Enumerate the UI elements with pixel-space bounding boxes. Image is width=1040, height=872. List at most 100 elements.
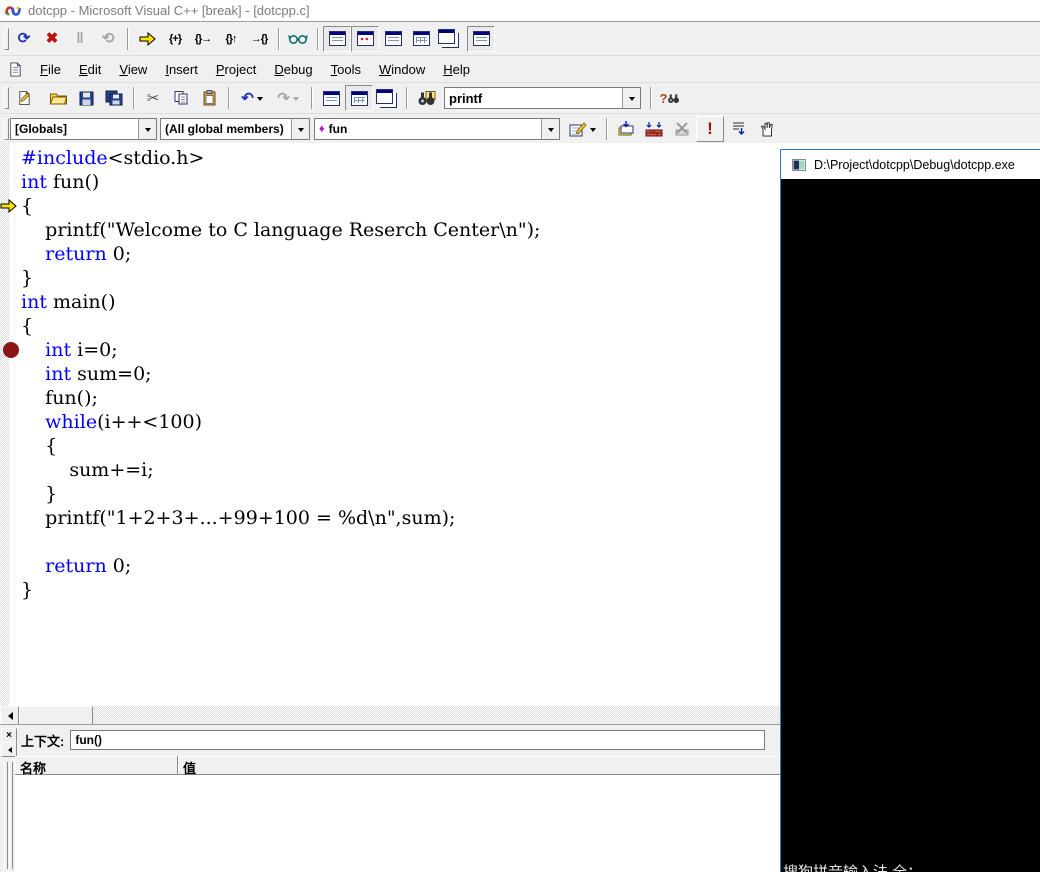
- eyeglasses-icon: [288, 32, 308, 45]
- menu-view[interactable]: View: [110, 59, 156, 80]
- toolbar-separator: [133, 87, 134, 109]
- name-column-header[interactable]: 名称: [15, 756, 178, 775]
- code-margin: [0, 458, 21, 482]
- code-margin: [0, 170, 21, 194]
- variables-window-button[interactable]: [351, 26, 379, 52]
- open-file-button[interactable]: [44, 85, 72, 111]
- redo-icon: ↷: [277, 91, 290, 106]
- panel-collapse-button[interactable]: [1, 742, 17, 757]
- find-combo-dropdown[interactable]: [622, 88, 640, 108]
- apply-code-changes-button[interactable]: ⟲: [94, 26, 122, 52]
- cut-button[interactable]: ✂: [139, 85, 167, 111]
- panel-close-button[interactable]: ×: [1, 728, 17, 743]
- copy-button[interactable]: [167, 85, 195, 111]
- standard-toolbar: ✂ ↶ ↷: [0, 83, 1040, 114]
- show-next-statement-button[interactable]: [133, 26, 161, 52]
- restart-button[interactable]: ⟳: [10, 26, 38, 52]
- menu-edit[interactable]: Edit: [70, 59, 110, 80]
- registers-window-button[interactable]: [379, 26, 407, 52]
- hscroll-left-button[interactable]: [0, 706, 19, 724]
- code-margin: [0, 266, 21, 290]
- toolbar-grip[interactable]: [4, 28, 9, 50]
- members-combo[interactable]: (All global members): [160, 118, 310, 140]
- menu-tools[interactable]: Tools: [322, 59, 370, 80]
- run-to-cursor-icon: →{}: [251, 33, 268, 45]
- break-execution-button[interactable]: ‖: [66, 26, 94, 52]
- go-button[interactable]: [724, 116, 752, 142]
- compile-button[interactable]: [612, 116, 640, 142]
- menu-debug[interactable]: Debug: [265, 59, 321, 80]
- step-out-button[interactable]: {}↑: [217, 26, 245, 52]
- disassembly-window-button[interactable]: [467, 26, 495, 52]
- binoculars-icon: [667, 93, 680, 104]
- save-button[interactable]: [72, 85, 100, 111]
- code-text: return 0;: [21, 555, 131, 577]
- step-into-button[interactable]: {+}: [161, 26, 189, 52]
- menu-window[interactable]: Window: [370, 59, 434, 80]
- panel-grip[interactable]: [9, 762, 13, 869]
- memory-window-button[interactable]: [407, 26, 435, 52]
- code-margin: [0, 506, 21, 530]
- execute-program-button[interactable]: !: [696, 116, 724, 142]
- panel-grip[interactable]: [4, 762, 8, 869]
- code-text: int sum=0;: [21, 363, 152, 385]
- find-combo-value[interactable]: printf: [445, 88, 622, 108]
- menu-insert[interactable]: Insert: [156, 59, 207, 80]
- members-combo-value[interactable]: (All global members): [161, 119, 291, 139]
- undo-button[interactable]: ↶: [234, 85, 270, 111]
- context-label: 上下文:: [21, 731, 64, 750]
- save-all-button[interactable]: [100, 85, 128, 111]
- build-icon: [645, 121, 663, 137]
- members-combo-dropdown[interactable]: [291, 119, 309, 139]
- hscroll-thumb[interactable]: [19, 706, 93, 724]
- window-title: dotcpp - Microsoft Visual C++ [break] - …: [28, 3, 310, 18]
- code-margin: [0, 146, 21, 170]
- build-button[interactable]: [640, 116, 668, 142]
- menu-project[interactable]: Project: [207, 59, 265, 80]
- context-combo-value[interactable]: fun(): [71, 731, 764, 749]
- visual-cpp-logo-icon: [5, 4, 21, 18]
- variables-window-icon: [357, 31, 374, 46]
- call-stack-window-button[interactable]: [435, 26, 463, 52]
- execute-program-icon: !: [707, 119, 713, 139]
- find-in-files-button[interactable]: [412, 85, 440, 111]
- step-over-button[interactable]: {}→: [189, 26, 217, 52]
- code-text: }: [21, 483, 57, 505]
- new-file-button[interactable]: [10, 85, 38, 111]
- menu-help[interactable]: Help: [434, 59, 479, 80]
- output-pane-button[interactable]: [345, 85, 373, 111]
- class-combo-dropdown[interactable]: [138, 119, 156, 139]
- menu-file[interactable]: File: [31, 59, 70, 80]
- find-combo[interactable]: printf: [444, 87, 641, 109]
- document-icon[interactable]: [8, 62, 23, 77]
- console-title-bar[interactable]: D:\Project\dotcpp\Debug\dotcpp.exe: [781, 150, 1040, 179]
- paste-button[interactable]: [195, 85, 223, 111]
- function-combo[interactable]: ♦fun: [314, 118, 560, 140]
- run-to-cursor-button[interactable]: →{}: [245, 26, 273, 52]
- watch-window-button[interactable]: [323, 26, 351, 52]
- stop-debugging-button[interactable]: ✖: [38, 26, 66, 52]
- quickwatch-button[interactable]: [284, 26, 312, 52]
- stop-build-button[interactable]: [668, 116, 696, 142]
- toolbar-grip[interactable]: [4, 118, 9, 140]
- vc6-main-window: dotcpp - Microsoft Visual C++ [break] - …: [0, 0, 1040, 872]
- function-combo-value[interactable]: ♦fun: [315, 119, 541, 139]
- class-combo[interactable]: [Globals]: [10, 118, 157, 140]
- console-window[interactable]: D:\Project\dotcpp\Debug\dotcpp.exe 搜狗拼音输…: [780, 149, 1040, 872]
- code-margin: [0, 314, 21, 338]
- go-icon: [731, 121, 746, 137]
- toolbar-separator: [228, 87, 229, 109]
- workspace-pane-button[interactable]: [317, 85, 345, 111]
- redo-button[interactable]: ↷: [270, 85, 306, 111]
- wizard-actions-button[interactable]: [563, 116, 601, 142]
- step-over-icon: {}→: [195, 33, 212, 45]
- context-combo[interactable]: fun(): [70, 730, 765, 750]
- search-help-button[interactable]: ?: [656, 85, 684, 111]
- class-combo-value[interactable]: [Globals]: [11, 119, 138, 139]
- insert-remove-breakpoint-button[interactable]: [752, 116, 780, 142]
- toolbar-grip[interactable]: [4, 87, 9, 109]
- function-combo-dropdown[interactable]: [541, 119, 559, 139]
- call-stack-window-icon: [438, 29, 455, 44]
- windows-icon: [376, 89, 393, 104]
- windows-button[interactable]: [373, 85, 401, 111]
